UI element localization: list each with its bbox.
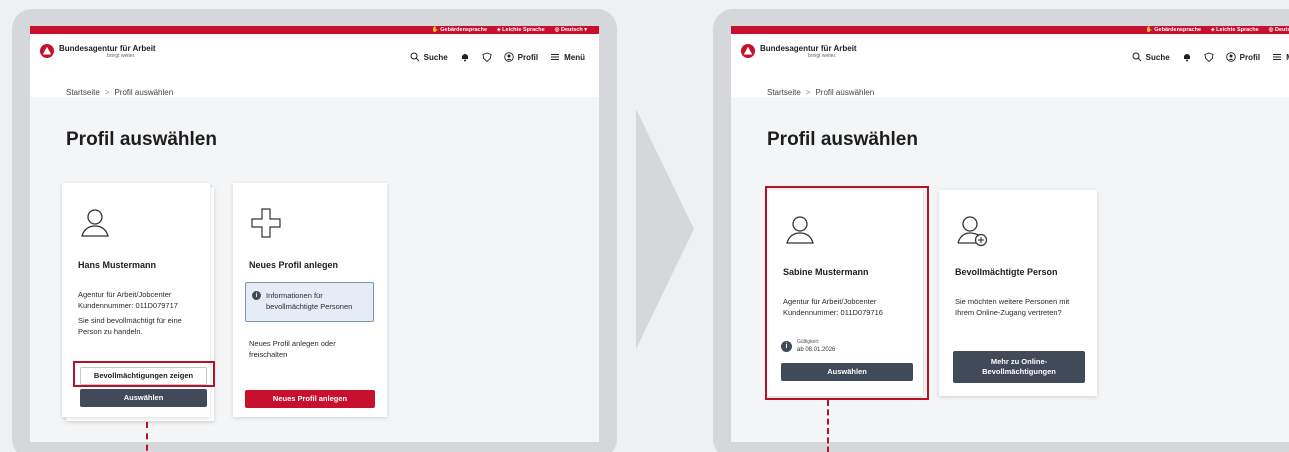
main-nav: Suche Profil Menü xyxy=(410,52,585,62)
easy-language-link[interactable]: ♣ Leichte Sprache xyxy=(1211,27,1259,33)
main-nav: Suche Profil Menü xyxy=(1132,52,1289,62)
authorized-person-title: Bevollmächtigte Person xyxy=(955,267,1058,277)
new-profile-description: Neues Profil anlegen oder freischalten xyxy=(249,339,336,359)
select-button[interactable]: Auswählen xyxy=(80,389,207,407)
logo-tagline: bringt weiter. xyxy=(808,53,837,59)
sign-language-link[interactable]: ✋ Gebärdensprache xyxy=(432,27,487,33)
bell-icon xyxy=(1183,54,1190,62)
menu-button[interactable]: Menü xyxy=(550,52,585,62)
sign-language-link[interactable]: ✋ Gebärdensprache xyxy=(1146,27,1201,33)
logo-tagline: bringt weiter. xyxy=(107,53,136,59)
breadcrumb-home[interactable]: Startseite xyxy=(767,88,801,97)
left-screen: ✋ Gebärdensprache ♣ Leichte Sprache ◎ De… xyxy=(30,26,599,442)
ba-logo-icon xyxy=(40,44,54,58)
breadcrumb-separator: > xyxy=(805,88,811,97)
language-selector[interactable]: ◎ Deutsch ▾ xyxy=(1269,27,1289,33)
breadcrumb: Startseite > Profil auswählen xyxy=(66,88,173,97)
page-title: Profil auswählen xyxy=(767,129,918,150)
profile-button[interactable]: Profil xyxy=(1225,52,1260,62)
logo[interactable]: Bundesagentur für Arbeit bringt weiter. xyxy=(741,44,857,59)
top-utility-bar: ✋ Gebärdensprache ♣ Leichte Sprache ◎ De… xyxy=(731,26,1289,34)
search-button[interactable]: Suche xyxy=(410,52,448,62)
notifications-button[interactable] xyxy=(460,52,470,62)
breadcrumb: Startseite > Profil auswählen xyxy=(767,88,874,97)
hamburger-icon xyxy=(1273,54,1282,60)
profile-icon xyxy=(503,52,514,62)
new-profile-title: Neues Profil anlegen xyxy=(249,260,339,270)
shield-icon xyxy=(482,52,492,62)
person-add-icon xyxy=(957,216,988,247)
breadcrumb-home[interactable]: Startseite xyxy=(66,88,100,97)
plus-icon xyxy=(251,208,281,238)
breadcrumb-separator: > xyxy=(104,88,110,97)
shield-button[interactable] xyxy=(1204,52,1214,62)
logo-title: Bundesagentur für Arbeit xyxy=(760,44,857,53)
new-profile-card: Neues Profil anlegen i Informationen für… xyxy=(233,183,387,417)
dashed-connector xyxy=(146,422,148,452)
breadcrumb-current: Profil auswählen xyxy=(114,88,174,97)
breadcrumb-current: Profil auswählen xyxy=(815,88,875,97)
info-icon: i xyxy=(252,291,261,300)
language-selector[interactable]: ◎ Deutsch ▾ xyxy=(555,27,587,33)
top-utility-bar: ✋ Gebärdensprache ♣ Leichte Sprache ◎ De… xyxy=(30,26,599,34)
dashed-connector xyxy=(827,400,829,452)
authorized-person-description: Sie möchten weitere Personen mit Ihrem O… xyxy=(955,297,1070,317)
authorization-text: Sie sind bevollmächtigt für eine Person … xyxy=(78,316,182,336)
logo[interactable]: Bundesagentur für Arbeit bringt weiter. xyxy=(40,44,156,59)
menu-button[interactable]: Menü xyxy=(1272,52,1289,62)
info-box[interactable]: i Informationen für bevollmächtigte Pers… xyxy=(245,282,374,322)
shield-icon xyxy=(1204,52,1214,62)
online-authorizations-button[interactable]: Mehr zu Online-Bevollmächtigungen xyxy=(953,351,1085,383)
authorized-person-card: Bevollmächtigte Person Sie möchten weite… xyxy=(939,190,1097,396)
profile-agency: Agentur für Arbeit/Jobcenter Kundennummer… xyxy=(78,290,178,310)
search-button[interactable]: Suche xyxy=(1132,52,1170,62)
transition-arrow xyxy=(636,109,694,349)
page-title: Profil auswählen xyxy=(66,129,217,150)
highlight-box xyxy=(765,186,929,400)
search-icon xyxy=(410,52,419,62)
profile-button[interactable]: Profil xyxy=(503,52,538,62)
shield-button[interactable] xyxy=(482,52,492,62)
hamburger-icon xyxy=(551,54,560,60)
notifications-button[interactable] xyxy=(1182,52,1192,62)
person-icon xyxy=(81,209,109,237)
profile-icon xyxy=(1225,52,1236,62)
search-icon xyxy=(1132,52,1141,62)
left-device-frame: ✋ Gebärdensprache ♣ Leichte Sprache ◎ De… xyxy=(12,9,617,452)
right-screen: ✋ Gebärdensprache ♣ Leichte Sprache ◎ De… xyxy=(731,26,1289,442)
ba-logo-icon xyxy=(741,44,755,58)
right-device-frame: ✋ Gebärdensprache ♣ Leichte Sprache ◎ De… xyxy=(713,9,1289,452)
site-header: Bundesagentur für Arbeit bringt weiter. … xyxy=(731,34,1289,80)
new-profile-button[interactable]: Neues Profil anlegen xyxy=(245,390,375,408)
site-header: Bundesagentur für Arbeit bringt weiter. … xyxy=(30,34,599,80)
logo-title: Bundesagentur für Arbeit xyxy=(59,44,156,53)
info-text: Informationen für bevollmächtigte Person… xyxy=(266,291,353,311)
bell-icon xyxy=(461,54,468,62)
easy-language-link[interactable]: ♣ Leichte Sprache xyxy=(497,27,545,33)
highlight-box xyxy=(73,361,215,387)
profile-name: Hans Mustermann xyxy=(78,260,157,270)
